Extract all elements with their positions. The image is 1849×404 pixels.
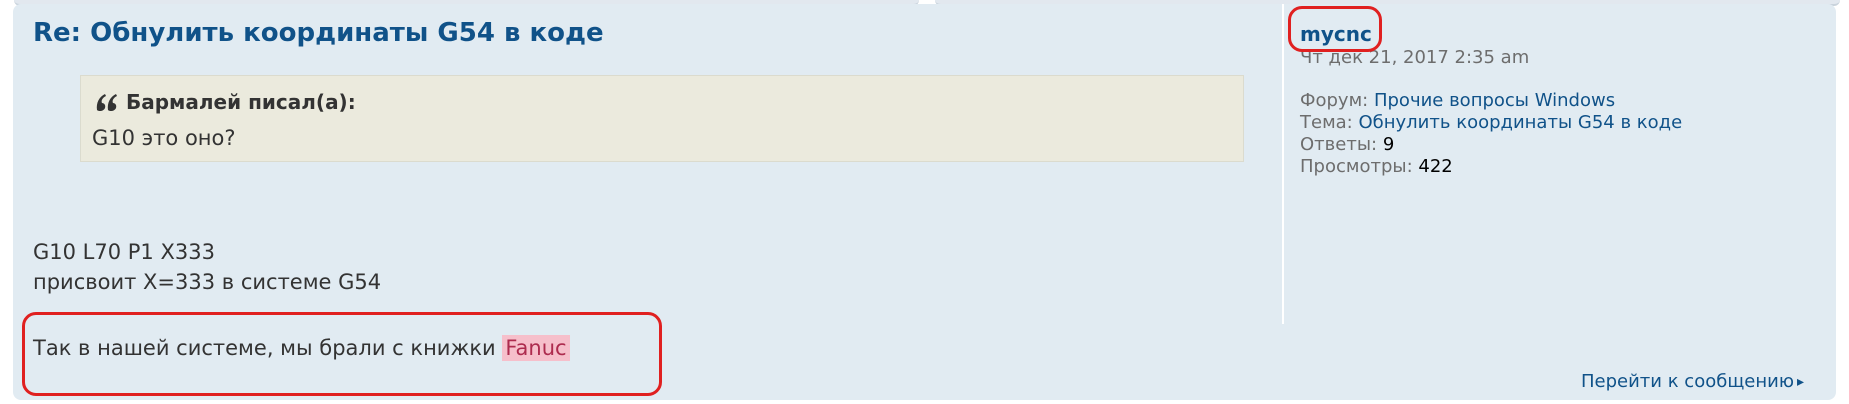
quote-author: Бармалей писал(а):	[126, 90, 356, 114]
goto-post-label: Перейти к сообщению	[1581, 371, 1794, 392]
meta-views-label: Просмотры:	[1300, 156, 1413, 177]
meta-topic-link[interactable]: Обнулить координаты G54 в коде	[1358, 112, 1682, 133]
annotation-box-text	[22, 312, 662, 396]
post-body-line-1: G10 L70 P1 X333	[33, 240, 215, 264]
quote-cite: Бармалей писал(а):	[95, 90, 356, 114]
quote-box: Бармалей писал(а): G10 это оно?	[80, 75, 1244, 162]
meta-forum-label: Форум:	[1300, 90, 1369, 111]
arrow-right-icon: ▸	[1796, 373, 1805, 390]
meta-views-value: 422	[1418, 156, 1453, 177]
post-body-line-2: присвоит X=333 в системе G54	[33, 270, 382, 294]
meta-replies: Ответы: 9	[1300, 134, 1394, 155]
meta-replies-value: 9	[1382, 134, 1395, 155]
goto-post-link[interactable]: Перейти к сообщению ▸	[1581, 371, 1804, 392]
meta-topic-label: Тема:	[1300, 112, 1353, 133]
annotation-box-author	[1288, 6, 1382, 52]
post-title[interactable]: Re: Обнулить координаты G54 в коде	[33, 18, 604, 48]
sidebar-divider	[1282, 4, 1284, 324]
meta-topic: Тема: Обнулить координаты G54 в коде	[1300, 112, 1682, 133]
quote-text: G10 это оно?	[92, 126, 236, 150]
meta-forum: Форум: Прочие вопросы Windows	[1300, 90, 1615, 111]
meta-forum-link[interactable]: Прочие вопросы Windows	[1374, 90, 1615, 111]
quote-icon	[95, 92, 119, 112]
meta-replies-label: Ответы:	[1300, 134, 1378, 155]
meta-views: Просмотры: 422	[1300, 156, 1453, 177]
